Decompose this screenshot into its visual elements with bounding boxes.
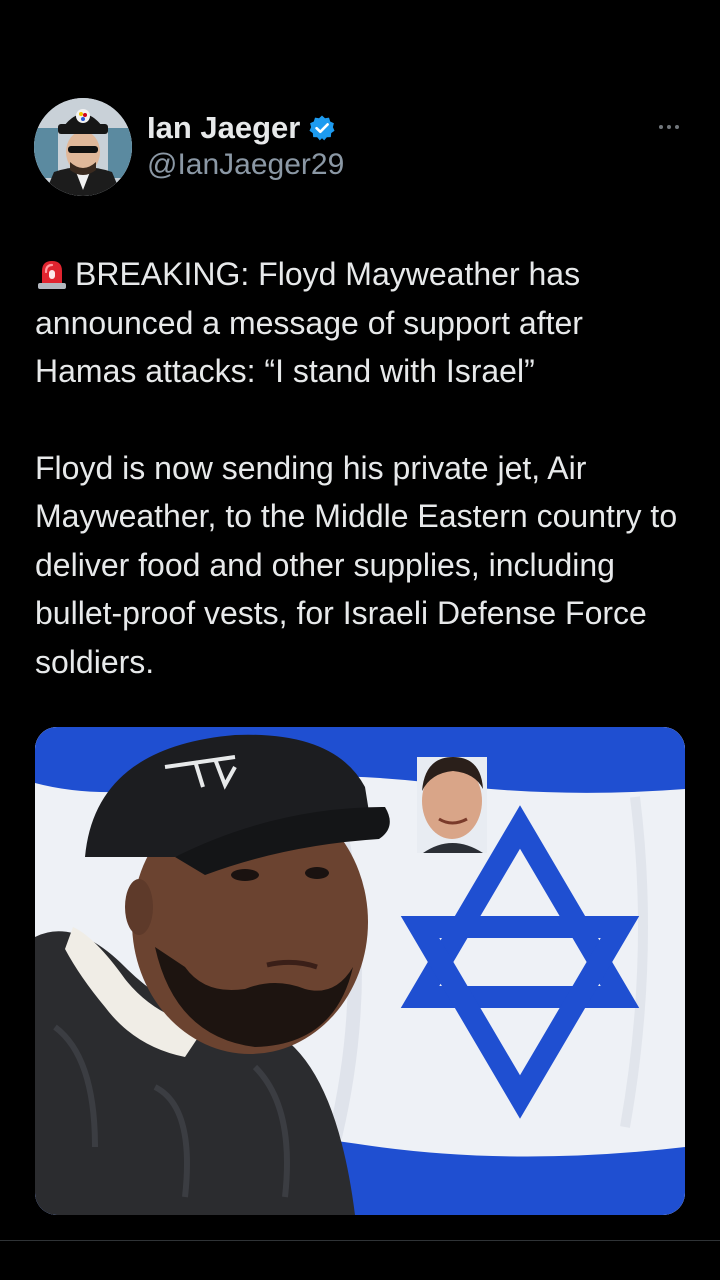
author-handle[interactable]: @IanJaeger29 (147, 148, 344, 182)
author-avatar[interactable] (34, 98, 132, 196)
tweet-text: BREAKING: Floyd Mayweather has announced… (35, 250, 685, 686)
more-dot-icon (675, 125, 679, 129)
tweet-paragraph-1: BREAKING: Floyd Mayweather has announced… (35, 250, 685, 396)
bottom-divider (0, 1240, 720, 1241)
inset-face (417, 757, 487, 853)
more-dot-icon (667, 125, 671, 129)
tweet-paragraph-1-text: BREAKING: Floyd Mayweather has announced… (35, 256, 583, 389)
tweet-media-image[interactable] (35, 727, 685, 1215)
more-dot-icon (659, 125, 663, 129)
tweet: Ian Jaeger @IanJaeger29 BREAKING: Floyd … (0, 0, 720, 1280)
media-illustration (35, 727, 685, 1215)
avatar-image (34, 98, 132, 196)
author-name-row: Ian Jaeger (147, 108, 336, 148)
tweet-paragraph-2: Floyd is now sending his private jet, Ai… (35, 449, 678, 680)
verified-badge-icon (308, 114, 336, 142)
police-siren-icon (35, 255, 69, 289)
author-name[interactable]: Ian Jaeger (147, 110, 300, 146)
more-options-button[interactable] (646, 112, 692, 142)
